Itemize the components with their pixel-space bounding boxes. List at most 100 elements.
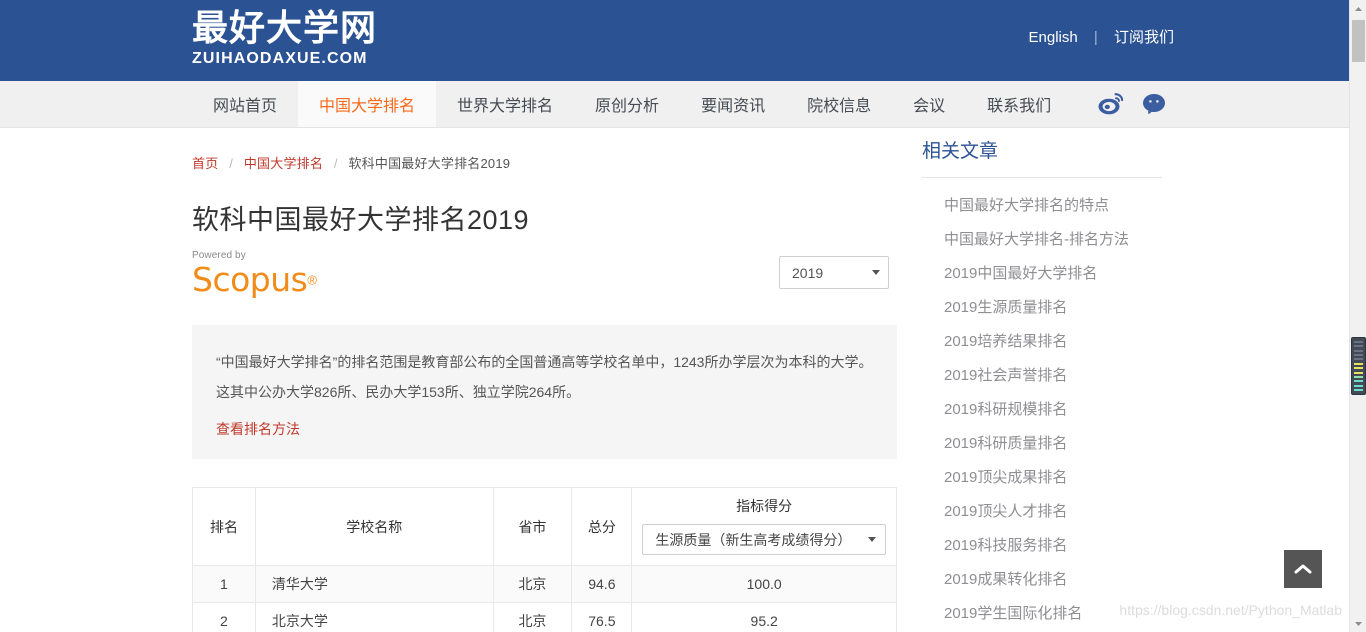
- nav-item-institution-info[interactable]: 院校信息: [786, 81, 892, 127]
- scopus-wordmark: Scopus: [192, 260, 308, 299]
- sidebar-article-link[interactable]: 2019科研规模排名: [944, 401, 1067, 418]
- cell-province: 北京: [492, 565, 573, 603]
- nav-item-conference[interactable]: 会议: [892, 81, 966, 127]
- metric-select[interactable]: 生源质量（新生高考成绩得分）: [642, 524, 886, 555]
- breadcrumb-section[interactable]: 中国大学排名: [244, 156, 323, 171]
- cell-total-score: 94.6: [571, 565, 633, 603]
- level-meter-widget[interactable]: [1351, 337, 1366, 395]
- registered-mark-icon: ®: [307, 272, 317, 288]
- sidebar-article-link[interactable]: 2019中国最好大学排名: [944, 265, 1097, 282]
- ranking-table-head: 排名 学校名称 省市 总分 指标得分 生源质量（新生高考成绩得分）: [192, 487, 897, 566]
- nav-item-original-analysis[interactable]: 原创分析: [574, 81, 680, 127]
- column-header-total-score[interactable]: 总分: [571, 487, 633, 566]
- site-logo[interactable]: 最好大学网 ZUIHAODAXUE.COM: [192, 10, 377, 67]
- sponsor-and-year-row: Powered by Scopus® 2019: [192, 251, 904, 313]
- list-item: 2019学生国际化排名: [944, 602, 1162, 623]
- level-meter-bar: [1354, 388, 1363, 391]
- column-header-rank[interactable]: 排名: [192, 487, 256, 566]
- scrollbar-thumb[interactable]: [1352, 20, 1365, 62]
- back-to-top-button[interactable]: [1284, 550, 1322, 588]
- level-meter-bar: [1354, 341, 1363, 343]
- related-articles-sidebar: 相关文章 中国最好大学排名的特点 中国最好大学排名-排名方法 2019中国最好大…: [922, 128, 1162, 632]
- list-item: 2019科研质量排名: [944, 432, 1162, 453]
- column-header-province[interactable]: 省市: [492, 487, 573, 566]
- sidebar-article-link[interactable]: 2019顶尖人才排名: [944, 503, 1067, 520]
- table-row[interactable]: 2 北京大学 北京 76.5 95.2: [192, 602, 897, 632]
- list-item: 中国最好大学排名-排名方法: [944, 228, 1162, 249]
- list-item: 2019培养结果排名: [944, 330, 1162, 351]
- sidebar-article-link[interactable]: 2019社会声誉排名: [944, 367, 1067, 384]
- scrollbar-up-arrow-icon[interactable]: [1350, 0, 1366, 17]
- wechat-icon[interactable]: [1142, 93, 1166, 115]
- nav-item-china-university-ranking[interactable]: 中国大学排名: [298, 81, 437, 127]
- ranking-description-text: “中国最好大学排名”的排名范围是教育部公布的全国普通高等学校名单中，1243所办…: [216, 354, 873, 400]
- level-meter-bar: [1354, 358, 1363, 361]
- table-row[interactable]: 1 清华大学 北京 94.6 100.0: [192, 565, 897, 603]
- list-item: 2019顶尖成果排名: [944, 466, 1162, 487]
- level-meter-bar: [1354, 349, 1363, 352]
- list-item: 2019社会声誉排名: [944, 364, 1162, 385]
- sidebar-article-link[interactable]: 2019学生国际化排名: [944, 605, 1082, 622]
- metric-select-value: 生源质量（新生高考成绩得分）: [655, 531, 852, 548]
- level-meter-bar: [1354, 371, 1363, 374]
- column-header-school-name[interactable]: 学校名称: [254, 487, 494, 566]
- logo-chinese-text: 最好大学网: [192, 7, 378, 48]
- year-select[interactable]: 2019: [779, 256, 889, 289]
- level-meter-bar: [1354, 362, 1363, 365]
- list-item: 中国最好大学排名的特点: [944, 194, 1162, 215]
- sidebar-article-link[interactable]: 中国最好大学排名的特点: [944, 197, 1109, 214]
- scopus-logo: Powered by Scopus®: [192, 251, 317, 299]
- cell-school-name: 清华大学: [254, 565, 494, 603]
- sidebar-divider: [922, 177, 1162, 178]
- ranking-table-body: 1 清华大学 北京 94.6 100.0 2 北京大学 北京 76.5 95.2: [192, 565, 897, 632]
- cell-metric-score: 100.0: [631, 565, 897, 603]
- table-header-row: 排名 学校名称 省市 总分 指标得分 生源质量（新生高考成绩得分）: [192, 487, 897, 566]
- sidebar-article-link[interactable]: 2019成果转化排名: [944, 571, 1067, 588]
- sidebar-article-link[interactable]: 2019顶尖成果排名: [944, 469, 1067, 486]
- english-link[interactable]: English: [1027, 29, 1080, 46]
- sidebar-article-link[interactable]: 2019科研质量排名: [944, 435, 1067, 452]
- page-scrollbar[interactable]: [1349, 0, 1366, 632]
- metric-group-title: 指标得分: [736, 498, 793, 514]
- sidebar-article-link[interactable]: 2019培养结果排名: [944, 333, 1067, 350]
- breadcrumb-separator-2: /: [333, 156, 338, 171]
- level-meter-bar: [1354, 345, 1363, 348]
- chevron-up-icon: [1294, 564, 1312, 574]
- sidebar-article-list: 中国最好大学排名的特点 中国最好大学排名-排名方法 2019中国最好大学排名 2…: [922, 194, 1162, 623]
- cell-rank: 1: [192, 565, 256, 603]
- list-item: 2019成果转化排名: [944, 568, 1162, 589]
- nav-item-contact-us[interactable]: 联系我们: [966, 81, 1072, 127]
- view-ranking-method-link[interactable]: 查看排名方法: [216, 419, 300, 439]
- list-item: 2019科技服务排名: [944, 534, 1162, 555]
- sidebar-article-link[interactable]: 中国最好大学排名-排名方法: [944, 231, 1129, 248]
- breadcrumb: 首页 / 中国大学排名 / 软科中国最好大学排名2019: [192, 128, 904, 172]
- list-item: 2019科研规模排名: [944, 398, 1162, 419]
- cell-total-score: 76.5: [571, 602, 633, 632]
- header-utility-links: English | 订阅我们: [1027, 26, 1176, 47]
- list-item: 2019中国最好大学排名: [944, 262, 1162, 283]
- nav-item-home[interactable]: 网站首页: [192, 81, 298, 127]
- scrollbar-down-arrow-icon[interactable]: [1350, 615, 1366, 632]
- nav-social-icons: [1098, 81, 1166, 127]
- subscribe-link[interactable]: 订阅我们: [1112, 29, 1176, 46]
- breadcrumb-separator-1: /: [229, 156, 234, 171]
- site-header: 最好大学网 ZUIHAODAXUE.COM English | 订阅我们: [0, 0, 1366, 81]
- cell-rank: 2: [192, 602, 256, 632]
- logo-domain-text: ZUIHAODAXUE.COM: [192, 50, 368, 67]
- main-navigation: 网站首页 中国大学排名 世界大学排名 原创分析 要闻资讯 院校信息 会议 联系我…: [0, 81, 1366, 128]
- breadcrumb-current: 软科中国最好大学排名2019: [348, 156, 511, 171]
- ranking-table: 排名 学校名称 省市 总分 指标得分 生源质量（新生高考成绩得分） 1 清华大学…: [192, 487, 897, 632]
- sidebar-article-link[interactable]: 2019科技服务排名: [944, 537, 1067, 554]
- breadcrumb-home[interactable]: 首页: [192, 156, 218, 171]
- cell-metric-score: 95.2: [631, 602, 897, 632]
- ranking-description-box: “中国最好大学排名”的排名范围是教育部公布的全国普通高等学校名单中，1243所办…: [192, 325, 897, 459]
- level-meter-bar: [1354, 354, 1363, 357]
- nav-item-world-university-ranking[interactable]: 世界大学排名: [436, 81, 574, 127]
- level-meter-bar: [1354, 375, 1363, 378]
- nav-item-news[interactable]: 要闻资讯: [680, 81, 786, 127]
- chevron-down-icon: [872, 270, 880, 275]
- list-item: 2019生源质量排名: [944, 296, 1162, 317]
- weibo-icon[interactable]: [1098, 93, 1124, 115]
- level-meter-bar: [1354, 384, 1363, 387]
- sidebar-article-link[interactable]: 2019生源质量排名: [944, 299, 1067, 316]
